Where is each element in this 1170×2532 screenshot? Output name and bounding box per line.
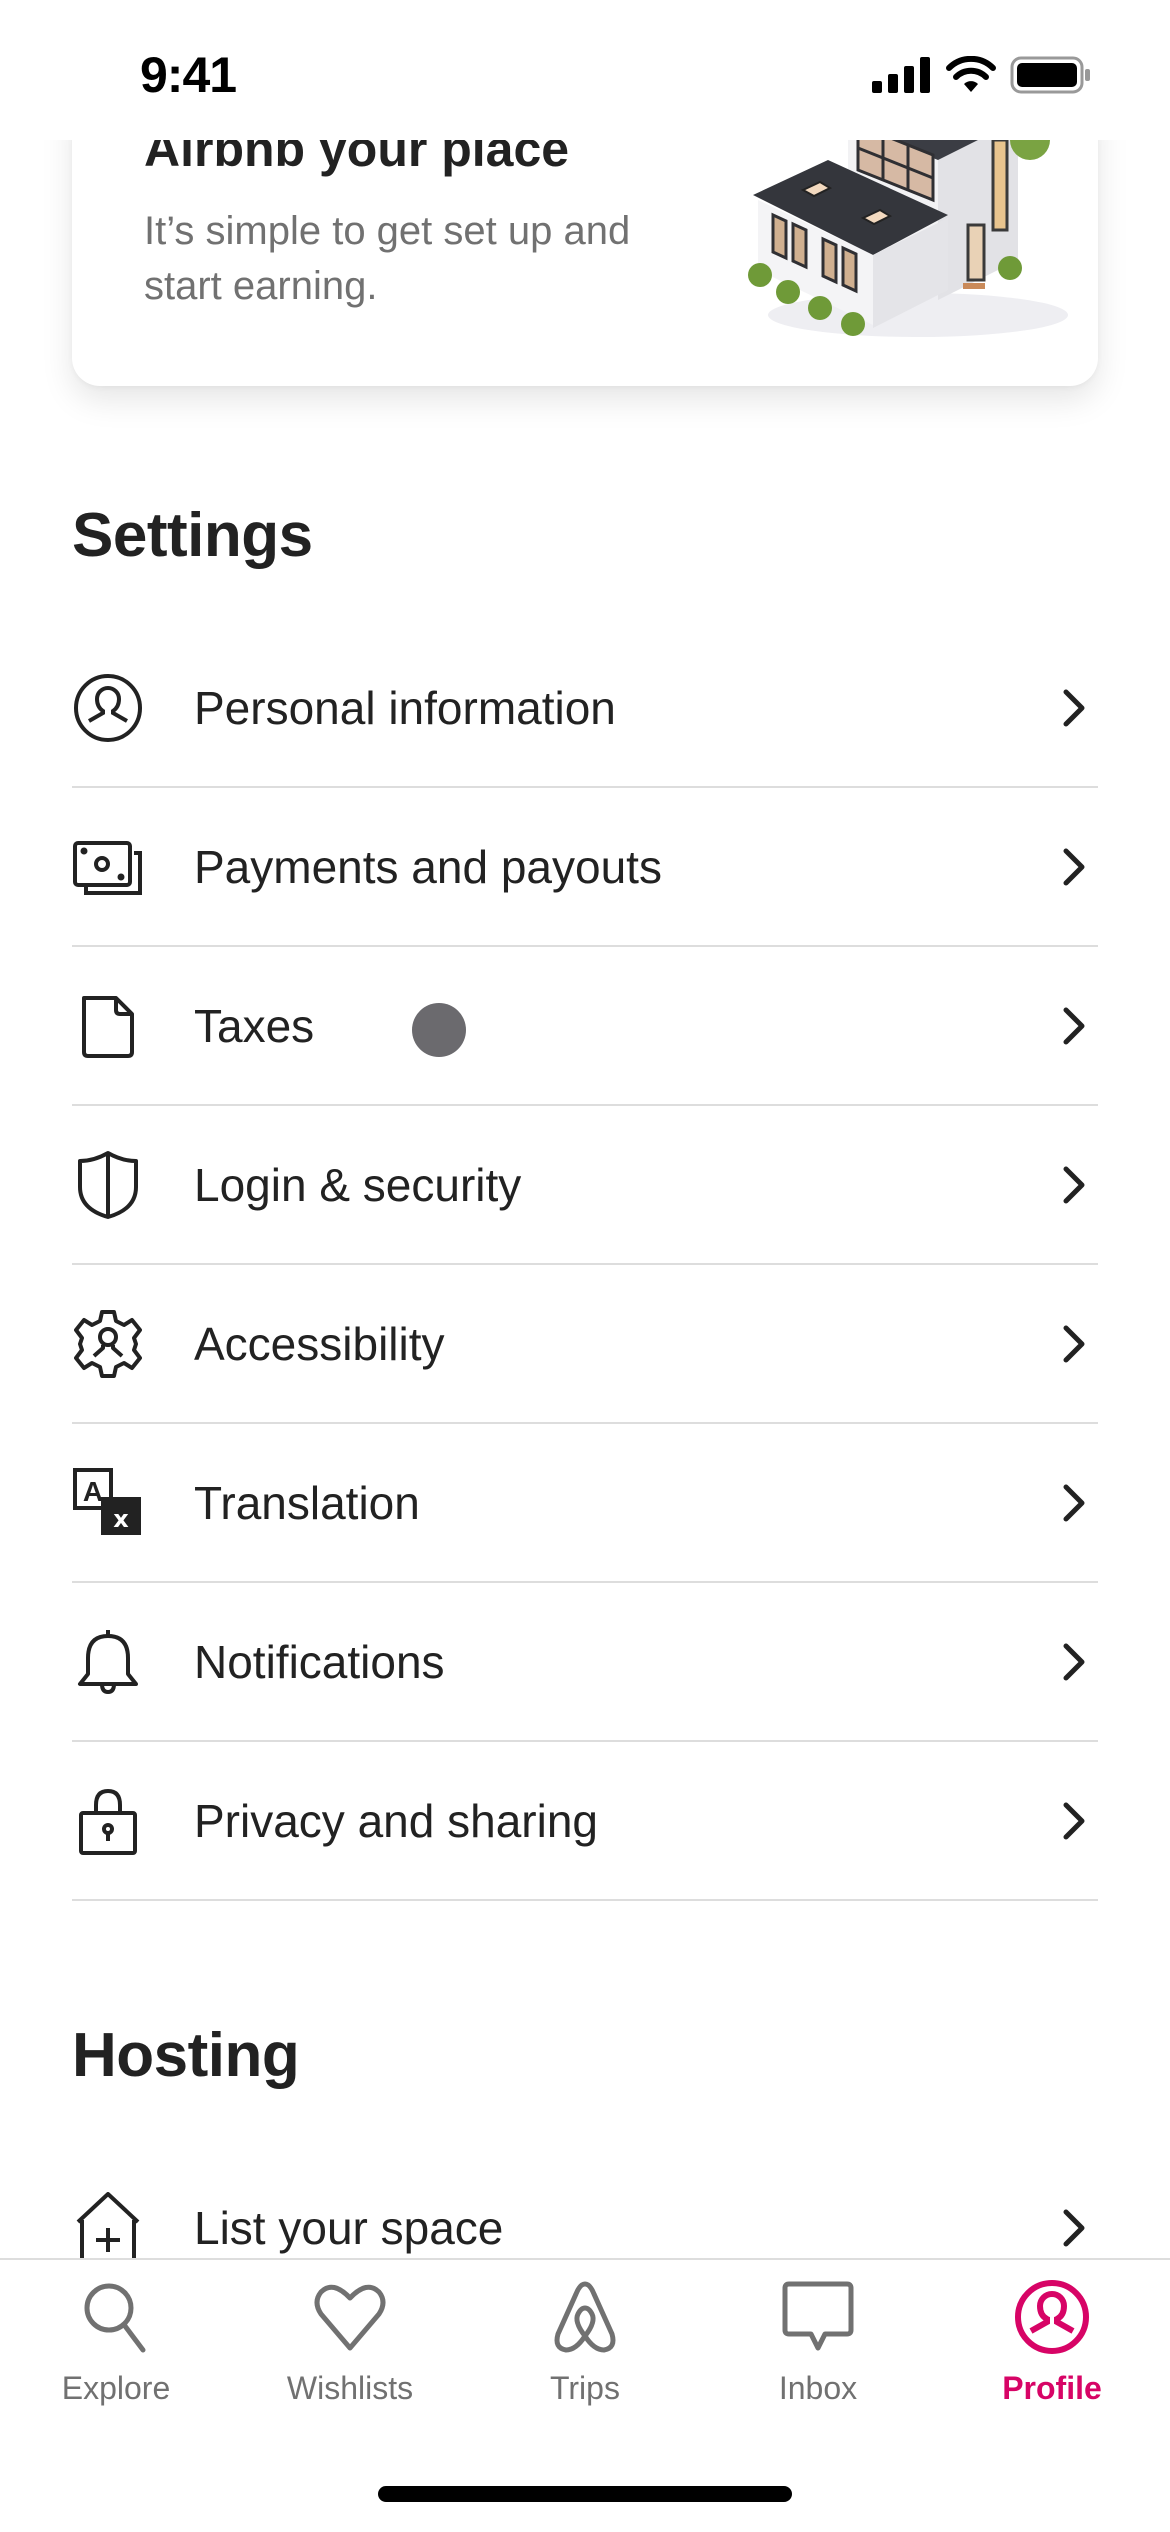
chevron-right-icon (1063, 1643, 1085, 1680)
document-icon (72, 990, 144, 1062)
host-promo-card[interactable]: Airbnb your place It’s simple to get set… (72, 100, 1098, 386)
host-card-subtitle: It’s simple to get set up and start earn… (144, 209, 631, 308)
settings-item-translation[interactable]: A x Translation (72, 1424, 1098, 1583)
tab-label: Trips (550, 2370, 620, 2406)
chevron-right-icon (1063, 848, 1085, 885)
lock-icon (72, 1785, 144, 1857)
bottom-tab-bar: Explore Wishlists Trips Inbox Profile (0, 2258, 1170, 2532)
settings-item-label: Login & security (194, 1158, 522, 1211)
status-bar: 9:41 (0, 0, 1170, 140)
tab-inbox[interactable]: Inbox (728, 2278, 908, 2428)
search-icon (84, 2283, 146, 2353)
money-icon (72, 831, 144, 903)
tab-label: Explore (61, 2370, 171, 2406)
settings-item-payments-and-payouts[interactable]: Payments and payouts (72, 788, 1098, 947)
chevron-right-icon (1063, 1325, 1085, 1362)
hosting-section-title: Hosting (72, 2021, 300, 2090)
settings-item-notifications[interactable]: Notifications (72, 1583, 1098, 1742)
svg-text:A: A (83, 1476, 103, 1507)
hosting-item-label: List your space (194, 2201, 504, 2254)
settings-item-personal-information[interactable]: Personal information (72, 629, 1098, 788)
translate-icon: A x (72, 1467, 144, 1539)
settings-item-accessibility[interactable]: Accessibility (72, 1265, 1098, 1424)
tab-label: Profile (1002, 2370, 1102, 2406)
svg-text:x: x (113, 1505, 129, 1533)
settings-item-label: Translation (194, 1476, 420, 1529)
touch-indicator (412, 1003, 466, 1057)
battery-icon (1010, 56, 1090, 94)
home-indicator[interactable] (378, 2486, 792, 2502)
user-circle-icon (1015, 2280, 1089, 2354)
house-plus-icon (72, 2191, 144, 2264)
chevron-right-icon (1063, 1166, 1085, 1203)
chevron-right-icon (1063, 1802, 1085, 1839)
settings-item-label: Taxes (194, 999, 315, 1052)
accessibility-gear-icon (72, 1308, 144, 1380)
settings-section-title: Settings (72, 501, 313, 570)
tab-trips[interactable]: Trips (495, 2278, 675, 2428)
chevron-right-icon (1063, 1007, 1085, 1044)
tab-wishlists[interactable]: Wishlists (260, 2278, 440, 2428)
chevron-right-icon (1063, 1484, 1085, 1521)
chevron-right-icon (1063, 689, 1085, 726)
heart-icon (314, 2284, 386, 2351)
settings-item-label: Privacy and sharing (194, 1794, 598, 1847)
settings-item-label: Notifications (194, 1635, 445, 1688)
settings-item-login-security[interactable]: Login & security (72, 1106, 1098, 1265)
settings-list: Personal information Payments and payout… (72, 629, 1098, 1901)
settings-item-taxes[interactable]: Taxes (72, 947, 1098, 1106)
message-icon (782, 2281, 854, 2351)
settings-item-label: Accessibility (194, 1317, 445, 1370)
tab-profile[interactable]: Profile (962, 2278, 1142, 2428)
status-icons (872, 56, 1092, 94)
user-circle-icon (72, 672, 144, 744)
bell-icon (72, 1626, 144, 1698)
settings-item-privacy-sharing[interactable]: Privacy and sharing (72, 1742, 1098, 1901)
shield-icon (72, 1149, 144, 1221)
tab-label: Inbox (778, 2370, 858, 2406)
chevron-right-icon (1063, 2209, 1085, 2246)
status-time: 9:41 (140, 47, 237, 103)
cellular-signal-icon (872, 57, 930, 93)
settings-item-label: Personal information (194, 681, 616, 734)
settings-item-label: Payments and payouts (194, 840, 662, 893)
airbnb-logo-icon (554, 2281, 616, 2353)
wifi-icon (946, 56, 996, 92)
tab-label: Wishlists (286, 2370, 414, 2406)
tab-explore[interactable]: Explore (26, 2278, 206, 2428)
